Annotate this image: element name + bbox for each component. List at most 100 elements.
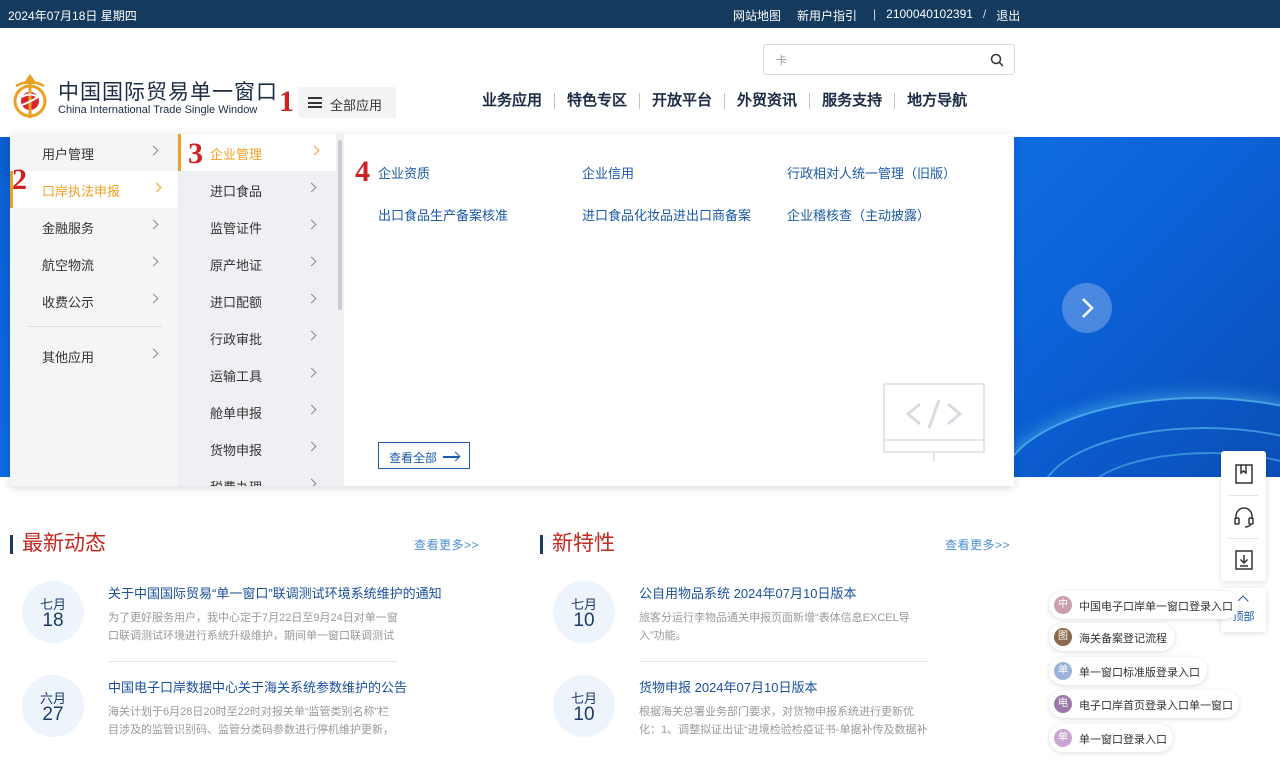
floating-toolbar — [1221, 451, 1266, 581]
annotation-number: 3 — [188, 137, 203, 170]
link-enterprise-audit[interactable]: 企业稽核查（主动披露） — [787, 205, 930, 224]
quick-link[interactable]: 中 中国电子口岸单一窗口登录入口 — [1049, 591, 1239, 619]
submenu-item-tax-payment[interactable]: 税费办理 — [178, 467, 336, 486]
all-apps-button[interactable]: 全部应用 — [298, 87, 396, 118]
nav-service-support[interactable]: 服务支持 — [809, 93, 894, 109]
submenu-item-administrative-approval[interactable]: 行政审批 — [178, 319, 336, 356]
annotation-number: 2 — [12, 163, 27, 196]
menu-item-air-logistics[interactable]: 航空物流 — [10, 245, 178, 282]
quick-link[interactable]: 单 单一窗口登录入口 — [1049, 724, 1173, 752]
quick-link-label: 单一窗口标准版登录入口 — [1079, 667, 1200, 679]
menu-item-label: 收费公示 — [42, 295, 95, 310]
nav-local-navigation[interactable]: 地方导航 — [894, 93, 979, 109]
news-item[interactable]: 六月 27 中国电子口岸数据中心关于海关系统参数维护的公告 海关计划于6月28日… — [22, 675, 407, 761]
search-input[interactable] — [774, 51, 974, 69]
latest-news-title: 最新动态 — [10, 532, 106, 556]
chevron-up-icon — [1237, 595, 1249, 607]
logout-link[interactable]: 退出 — [996, 7, 1020, 24]
bookmark-icon[interactable] — [1233, 463, 1255, 485]
feature-title[interactable]: 货物申报 2024年07月10日版本 — [639, 677, 817, 696]
menu-item-finance[interactable]: 金融服务 — [10, 208, 178, 245]
divider: | — [873, 7, 877, 21]
logo-title[interactable]: 中国国际贸易单一窗口 — [58, 76, 278, 106]
banner-next-button[interactable] — [1062, 283, 1112, 333]
submenu-item-label: 运输工具 — [210, 369, 263, 384]
news-day: 27 — [42, 704, 64, 725]
view-all-button[interactable]: 查看全部 — [378, 442, 470, 469]
annotation-number: 4 — [355, 155, 370, 188]
chevron-right-icon — [306, 219, 317, 230]
annotation-number: 1 — [279, 85, 294, 118]
submenu-item-certificate-of-origin[interactable]: 原产地证 — [178, 245, 336, 282]
feature-day: 10 — [573, 704, 595, 725]
headset-icon[interactable] — [1233, 506, 1255, 528]
search-box — [763, 44, 1015, 75]
nav-trade-news[interactable]: 外贸资讯 — [724, 93, 809, 109]
chevron-right-icon — [148, 145, 159, 156]
chevron-right-icon — [306, 330, 317, 341]
submenu-item-regulatory-certificates[interactable]: 监管证件 — [178, 208, 336, 245]
feature-item[interactable]: 七月 10 货物申报 2024年07月10日版本 根据海关总署业务部门要求，对货… — [553, 675, 929, 761]
top-bar: 2024年07月18日 星期四 网站地图 新用户指引 | 21000401023… — [0, 0, 1280, 28]
logo-subtitle: China International Trade Single Window — [58, 104, 258, 116]
quick-link[interactable]: 电 电子口岸首页登录入口单一窗口 — [1049, 690, 1239, 718]
search-icon[interactable] — [990, 53, 1004, 67]
chevron-right-icon — [306, 404, 317, 415]
new-features-more-link[interactable]: 查看更多>> — [945, 536, 1010, 553]
link-import-food-cosmetics-filing[interactable]: 进口食品化妆品进出口商备案 — [582, 205, 751, 224]
feature-item[interactable]: 七月 10 公自用物品系统 2024年07月10日版本 旅客分运行李物品通关申报… — [553, 581, 929, 667]
menu-item-label: 用户管理 — [42, 147, 95, 162]
divider: / — [982, 7, 987, 21]
current-date: 2024年07月18日 星期四 — [8, 9, 137, 23]
nav-business-apps[interactable]: 业务应用 — [470, 93, 554, 109]
news-summary: 为了更好服务用户，我中心定于7月22日至9月24日对单一窗口联调测试环境进行系统… — [108, 612, 398, 642]
quick-link-label: 海关备案登记流程 — [1079, 633, 1167, 645]
menu-item-port-declaration[interactable]: 口岸执法申报 — [10, 171, 178, 208]
submenu-item-import-quota[interactable]: 进口配额 — [178, 282, 336, 319]
new-user-guide-link[interactable]: 新用户指引 — [797, 7, 857, 24]
submenu-item-manifest[interactable]: 舱单申报 — [178, 393, 336, 430]
nav-special-zone[interactable]: 特色专区 — [554, 93, 639, 109]
link-export-food-filing[interactable]: 出口食品生产备案核准 — [378, 205, 508, 224]
avatar: 电 — [1054, 695, 1072, 713]
download-icon[interactable] — [1233, 549, 1255, 571]
arrow-right-icon — [443, 456, 459, 458]
news-divider — [108, 661, 398, 662]
submenu-scrollbar[interactable] — [338, 140, 342, 310]
link-enterprise-qualification[interactable]: 企业资质 — [378, 163, 430, 182]
menu-divider — [28, 326, 162, 327]
menu-item-user-management[interactable]: 用户管理 — [10, 134, 178, 171]
news-title[interactable]: 关于中国国际贸易“单一窗口”联调测试环境系统维护的通知 — [108, 583, 442, 602]
feature-day: 10 — [573, 610, 595, 631]
menu-item-label: 口岸执法申报 — [42, 184, 121, 199]
user-id[interactable]: 2100040102391 — [886, 7, 973, 24]
quick-link[interactable]: 单 单一窗口标准版登录入口 — [1049, 657, 1207, 685]
feature-divider — [639, 661, 929, 662]
avatar: 单 — [1054, 729, 1072, 747]
news-title[interactable]: 中国电子口岸数据中心关于海关系统参数维护的公告 — [108, 677, 407, 696]
sitemap-link[interactable]: 网站地图 — [733, 7, 781, 24]
nav-open-platform[interactable]: 开放平台 — [639, 93, 724, 109]
news-item[interactable]: 七月 18 关于中国国际贸易“单一窗口”联调测试环境系统维护的通知 为了更好服务… — [22, 581, 442, 667]
all-apps-label: 全部应用 — [330, 98, 383, 113]
chevron-right-icon — [151, 182, 162, 193]
quick-link-label: 中国电子口岸单一窗口登录入口 — [1079, 601, 1233, 613]
menu-item-label: 金融服务 — [42, 221, 95, 236]
link-enterprise-credit[interactable]: 企业信用 — [582, 163, 634, 182]
toolbar-divider — [1229, 538, 1258, 539]
submenu-item-goods-declaration[interactable]: 货物申报 — [178, 430, 336, 467]
quick-link[interactable]: 图 海关备案登记流程 — [1049, 623, 1175, 651]
menu-item-fee-disclosure[interactable]: 收费公示 — [10, 282, 178, 319]
feature-date: 七月 10 — [553, 675, 615, 737]
logo-emblem-icon[interactable] — [10, 70, 50, 122]
submenu-item-imported-food[interactable]: 进口食品 — [178, 171, 336, 208]
menu-item-label: 其他应用 — [42, 350, 95, 365]
feature-title[interactable]: 公自用物品系统 2024年07月10日版本 — [639, 583, 856, 602]
latest-news-more-link[interactable]: 查看更多>> — [414, 536, 479, 553]
chevron-right-icon — [306, 256, 317, 267]
menu-item-other-apps[interactable]: 其他应用 — [10, 337, 178, 374]
avatar: 中 — [1054, 596, 1072, 614]
menu-item-label: 航空物流 — [42, 258, 95, 273]
submenu-item-transport[interactable]: 运输工具 — [178, 356, 336, 393]
link-admin-counterpart-legacy[interactable]: 行政相对人统一管理（旧版） — [787, 163, 956, 182]
